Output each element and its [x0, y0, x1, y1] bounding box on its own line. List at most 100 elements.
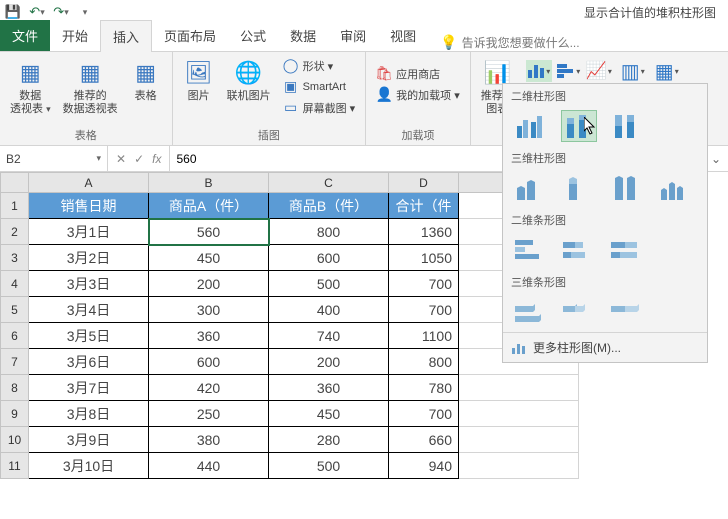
- cell-D2[interactable]: 1360: [389, 219, 459, 245]
- cell-A2[interactable]: 3月1日: [29, 219, 149, 245]
- undo-icon[interactable]: ↶▾: [28, 3, 46, 21]
- select-all-corner[interactable]: [1, 173, 29, 193]
- cell-C9[interactable]: 450: [269, 401, 389, 427]
- col-head-A[interactable]: A: [29, 173, 149, 193]
- cell-C10[interactable]: 280: [269, 427, 389, 453]
- store-button[interactable]: 🛍应用商店: [372, 64, 464, 83]
- enter-icon[interactable]: ✓: [134, 152, 144, 166]
- row-head-7[interactable]: 7: [1, 349, 29, 375]
- cell-A8[interactable]: 3月7日: [29, 375, 149, 401]
- cell-E10[interactable]: [459, 427, 579, 453]
- chart-type-stacked-bar[interactable]: [561, 234, 597, 266]
- tab-formulas[interactable]: 公式: [228, 20, 278, 51]
- cell-C5[interactable]: 400: [269, 297, 389, 323]
- shapes-button[interactable]: ◯形状 ▾: [279, 56, 360, 75]
- cell-D8[interactable]: 780: [389, 375, 459, 401]
- cell-D5[interactable]: 700: [389, 297, 459, 323]
- cell-B11[interactable]: 440: [149, 453, 269, 479]
- cell-C4[interactable]: 500: [269, 271, 389, 297]
- cell-C3[interactable]: 600: [269, 245, 389, 271]
- myaddins-button[interactable]: 👤我的加载项 ▾: [372, 85, 464, 104]
- cell-A11[interactable]: 3月10日: [29, 453, 149, 479]
- recommended-pivot-button[interactable]: ▦ 推荐的 数据透视表: [59, 54, 122, 117]
- tab-pagelayout[interactable]: 页面布局: [152, 20, 228, 51]
- chart-type-3d-column[interactable]: [657, 172, 693, 204]
- cell-C1[interactable]: 商品B（件）: [269, 193, 389, 219]
- column-chart-button[interactable]: ▾: [526, 60, 552, 82]
- cell-D11[interactable]: 940: [389, 453, 459, 479]
- tab-home[interactable]: 开始: [50, 20, 100, 51]
- row-head-4[interactable]: 4: [1, 271, 29, 297]
- col-head-B[interactable]: B: [149, 173, 269, 193]
- qat-custom-icon[interactable]: ▾: [76, 3, 94, 21]
- chart-type-3d-100-stacked-bar[interactable]: [609, 296, 645, 328]
- cell-B6[interactable]: 360: [149, 323, 269, 349]
- tab-view[interactable]: 视图: [378, 20, 428, 51]
- chart-type-3d-stacked-column[interactable]: [561, 172, 597, 204]
- cell-A4[interactable]: 3月3日: [29, 271, 149, 297]
- cell-D10[interactable]: 660: [389, 427, 459, 453]
- cell-B8[interactable]: 420: [149, 375, 269, 401]
- more-column-charts[interactable]: 更多柱形图(M)...: [503, 332, 707, 362]
- row-head-3[interactable]: 3: [1, 245, 29, 271]
- cell-C8[interactable]: 360: [269, 375, 389, 401]
- chart-type-clustered-column[interactable]: [513, 110, 549, 142]
- cell-B10[interactable]: 380: [149, 427, 269, 453]
- row-head-9[interactable]: 9: [1, 401, 29, 427]
- cell-C7[interactable]: 200: [269, 349, 389, 375]
- row-head-6[interactable]: 6: [1, 323, 29, 349]
- cell-E9[interactable]: [459, 401, 579, 427]
- chart-type-clustered-bar[interactable]: [513, 234, 549, 266]
- cell-D4[interactable]: 700: [389, 271, 459, 297]
- stock-chart-button[interactable]: 📈▾: [586, 60, 612, 82]
- smartart-button[interactable]: ▣SmartArt: [279, 77, 360, 96]
- cell-D3[interactable]: 1050: [389, 245, 459, 271]
- cell-B4[interactable]: 200: [149, 271, 269, 297]
- cell-C11[interactable]: 500: [269, 453, 389, 479]
- redo-icon[interactable]: ↷▾: [52, 3, 70, 21]
- cell-B7[interactable]: 600: [149, 349, 269, 375]
- screenshot-button[interactable]: ▭屏幕截图 ▾: [279, 98, 360, 117]
- cell-B3[interactable]: 450: [149, 245, 269, 271]
- pivot-table-button[interactable]: ▦ 数据 透视表 ▾: [6, 54, 55, 117]
- chart-type-3d-clustered-bar[interactable]: [513, 296, 549, 328]
- tab-data[interactable]: 数据: [278, 20, 328, 51]
- fx-icon[interactable]: fx: [152, 152, 161, 166]
- cell-B1[interactable]: 商品A（件）: [149, 193, 269, 219]
- chart-type-100-stacked-bar[interactable]: [609, 234, 645, 266]
- row-head-2[interactable]: 2: [1, 219, 29, 245]
- cell-B5[interactable]: 300: [149, 297, 269, 323]
- save-icon[interactable]: 💾: [4, 3, 22, 21]
- tab-file[interactable]: 文件: [0, 20, 50, 51]
- name-box[interactable]: B2 ▾: [0, 146, 108, 171]
- cell-D1[interactable]: 合计（件: [389, 193, 459, 219]
- row-head-10[interactable]: 10: [1, 427, 29, 453]
- col-head-C[interactable]: C: [269, 173, 389, 193]
- chart-type-stacked-column[interactable]: [561, 110, 597, 142]
- cell-B9[interactable]: 250: [149, 401, 269, 427]
- row-head-5[interactable]: 5: [1, 297, 29, 323]
- pivot-chart-button[interactable]: ▥▾: [620, 60, 646, 82]
- chart-type-3d-100-stacked-column[interactable]: [609, 172, 645, 204]
- tell-me[interactable]: 💡 告诉我您想要做什么...: [440, 34, 579, 51]
- 3dmap-button[interactable]: ▦▾: [654, 60, 680, 82]
- cell-D6[interactable]: 1100: [389, 323, 459, 349]
- cell-A1[interactable]: 销售日期: [29, 193, 149, 219]
- cell-A7[interactable]: 3月6日: [29, 349, 149, 375]
- cell-E8[interactable]: [459, 375, 579, 401]
- chart-type-3d-stacked-bar[interactable]: [561, 296, 597, 328]
- chart-type-3d-clustered-column[interactable]: [513, 172, 549, 204]
- cell-E11[interactable]: [459, 453, 579, 479]
- cell-C6[interactable]: 740: [269, 323, 389, 349]
- col-head-D[interactable]: D: [389, 173, 459, 193]
- tab-review[interactable]: 审阅: [328, 20, 378, 51]
- cell-A6[interactable]: 3月5日: [29, 323, 149, 349]
- cancel-icon[interactable]: ✕: [116, 152, 126, 166]
- table-button[interactable]: ▦ 表格: [126, 54, 166, 105]
- tab-insert[interactable]: 插入: [100, 20, 152, 52]
- online-picture-button[interactable]: 🌐 联机图片: [223, 54, 275, 105]
- name-box-dropdown-icon[interactable]: ▾: [96, 153, 101, 164]
- cell-A5[interactable]: 3月4日: [29, 297, 149, 323]
- row-head-11[interactable]: 11: [1, 453, 29, 479]
- cell-B2[interactable]: 560: [149, 219, 269, 245]
